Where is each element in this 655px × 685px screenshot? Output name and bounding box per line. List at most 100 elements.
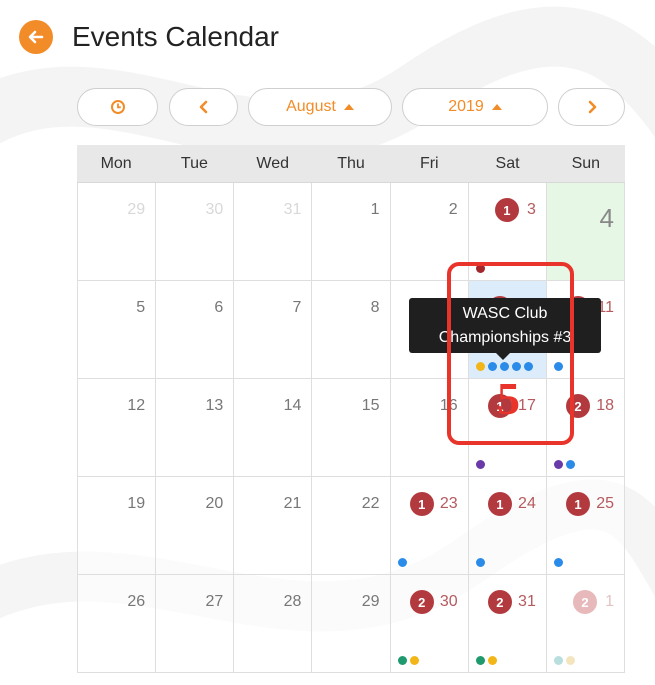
event-dot[interactable] [475, 460, 485, 469]
weekday-fri: Fri [419, 154, 439, 172]
calendar-day-cell[interactable]: 28 [233, 575, 312, 672]
day-number: 15 [361, 397, 380, 414]
calendar-day-cell[interactable]: 8 [311, 281, 390, 378]
calendar-day-cell[interactable]: 19 [77, 477, 156, 574]
caret-up-icon [491, 104, 502, 110]
day-number: 19 [127, 495, 146, 512]
day-number: 24 [518, 495, 536, 512]
calendar-day-cell[interactable]: 5 [77, 281, 156, 378]
event-count-badge: 1 [487, 492, 512, 516]
back-button[interactable] [19, 20, 53, 54]
calendar-day-cell[interactable]: 29 [311, 575, 390, 672]
page-title: Events Calendar [72, 21, 280, 52]
event-dot[interactable] [409, 656, 419, 665]
day-number: 25 [596, 495, 614, 512]
day-number: 13 [205, 397, 224, 414]
year-selector[interactable]: 2019 [402, 88, 548, 126]
event-dot[interactable] [565, 460, 575, 469]
calendar-day-cell[interactable]: 27 [155, 575, 234, 672]
event-count-badge: 1 [565, 492, 590, 516]
calendar-day-cell[interactable]: 31 2 [467, 575, 546, 672]
event-dots [475, 656, 497, 665]
caret-up-icon [343, 104, 354, 110]
event-dot[interactable] [397, 558, 407, 567]
event-count-badge: 1 [494, 198, 519, 222]
month-label: August [286, 98, 336, 115]
prev-month-button[interactable] [169, 88, 238, 126]
day-number: 20 [205, 495, 224, 512]
calendar-day-cell[interactable]: 30 [155, 183, 234, 280]
day-number: 22 [361, 495, 380, 512]
event-dot[interactable] [397, 656, 407, 665]
clock-icon [110, 100, 125, 114]
event-dots [397, 656, 419, 665]
event-dot[interactable] [475, 656, 485, 665]
day-number: 6 [214, 299, 224, 316]
chevron-right-icon [588, 100, 596, 114]
annotation-number: 5 [497, 373, 520, 424]
calendar-day-cell[interactable]: 13 [155, 379, 234, 476]
calendar-day-cell[interactable]: 31 [233, 183, 312, 280]
event-dots [475, 558, 485, 567]
event-dot[interactable] [487, 656, 497, 665]
calendar-day-cell[interactable]: 29 [77, 183, 156, 280]
day-number: 23 [439, 495, 458, 512]
day-number: 8 [370, 299, 380, 316]
day-number: 29 [127, 201, 146, 218]
day-number: 14 [283, 397, 302, 414]
day-number: 30 [205, 201, 224, 218]
event-count-badge: 2 [409, 590, 434, 614]
chevron-left-icon [199, 100, 207, 114]
day-number: 28 [283, 593, 302, 610]
weekday-thu: Thu [337, 154, 365, 172]
calendar-day-cell[interactable]: 26 [77, 575, 156, 672]
calendar-week-row: 26 27 28 29 30 2 31 2 1 2 [77, 575, 625, 673]
month-selector[interactable]: August [248, 88, 392, 126]
weekday-sat: Sat [495, 154, 520, 172]
day-number: 5 [136, 299, 146, 316]
event-count-badge: 2 [487, 590, 512, 614]
event-dot[interactable] [565, 656, 575, 665]
calendar-day-cell[interactable]: 14 [233, 379, 312, 476]
event-dot[interactable] [553, 460, 563, 469]
calendar-day-cell[interactable]: 30 2 [389, 575, 468, 672]
day-number: 12 [127, 397, 146, 414]
calendar-toolbar: August 2019 [77, 88, 625, 126]
event-dots [553, 558, 563, 567]
event-dots [553, 656, 575, 665]
calendar-day-cell[interactable]: 7 [233, 281, 312, 378]
calendar-day-cell[interactable]: 23 1 [389, 477, 468, 574]
calendar-day-cell[interactable]: 6 [155, 281, 234, 378]
event-dot[interactable] [553, 558, 563, 567]
day-number: 31 [518, 593, 536, 610]
day-number: 18 [596, 397, 614, 414]
calendar-day-cell[interactable]: 1 [311, 183, 390, 280]
weekday-sun: Sun [571, 154, 601, 172]
year-label: 2019 [448, 98, 484, 115]
day-number: 3 [526, 201, 536, 218]
calendar-week-row: 19 20 21 22 23 1 24 1 25 1 [77, 477, 625, 575]
day-number: 7 [292, 299, 302, 316]
calendar-day-cell[interactable]: 22 [311, 477, 390, 574]
arrow-left-icon [28, 30, 44, 44]
day-number: 29 [361, 593, 380, 610]
day-number: 1 [370, 201, 380, 218]
event-count-badge: 2 [572, 590, 597, 614]
calendar-day-cell[interactable]: 24 1 [467, 477, 546, 574]
next-month-button[interactable] [558, 88, 625, 126]
today-button[interactable] [77, 88, 158, 126]
calendar-day-cell[interactable]: 25 1 [545, 477, 625, 574]
event-dots [475, 460, 485, 469]
calendar-day-cell[interactable]: 12 [545, 575, 625, 672]
header: Events Calendar [19, 17, 279, 57]
event-dot[interactable] [475, 558, 485, 567]
event-dot[interactable] [553, 656, 563, 665]
calendar-day-cell[interactable]: 12 [77, 379, 156, 476]
event-count-badge: 1 [409, 492, 434, 516]
day-number: 2 [448, 201, 458, 218]
calendar-day-cell[interactable]: 20 [155, 477, 234, 574]
calendar-day-cell[interactable]: 15 [311, 379, 390, 476]
day-number: 1 [605, 593, 614, 610]
weekday-wed: Wed [256, 154, 289, 172]
calendar-day-cell[interactable]: 21 [233, 477, 312, 574]
